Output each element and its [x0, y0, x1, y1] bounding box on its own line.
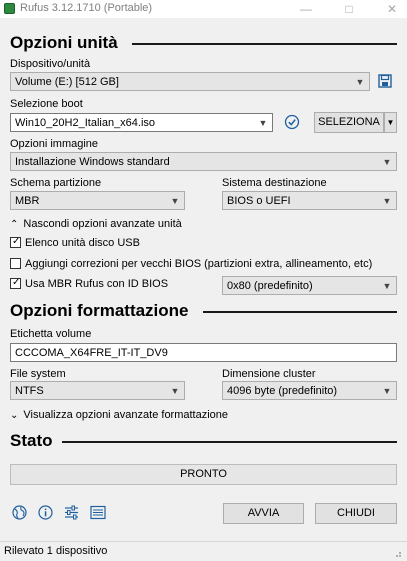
device-value: Volume (E:) [512 GB]: [15, 76, 119, 88]
globe-icon[interactable]: [12, 505, 27, 520]
maximize-button[interactable]: □: [335, 0, 363, 18]
device-label: Dispositivo/unità: [10, 58, 91, 70]
rufus-app-icon: [4, 3, 15, 14]
volume-label-input[interactable]: CCCOMA_X64FRE_IT-IT_DV9: [10, 343, 397, 362]
select-image-button[interactable]: SELEZIONA: [314, 112, 384, 133]
resize-grip-icon[interactable]: [392, 548, 402, 558]
status-bar-text: Rilevato 1 dispositivo: [4, 545, 108, 557]
chevron-down-icon: ▼: [386, 118, 395, 127]
cluster-size-value: 4096 byte (predefinito): [227, 385, 338, 397]
title-bar: Rufus 3.12.1710 (Portable) — □ ✕: [0, 0, 407, 18]
filesystem-label: File system: [10, 368, 66, 380]
target-system-value: BIOS o UEFI: [227, 195, 291, 207]
drive-options-heading: Opzioni unità: [10, 33, 118, 52]
volume-label-value: CCCOMA_X64FRE_IT-IT_DV9: [15, 347, 168, 359]
section-divider: [203, 311, 397, 313]
chevron-down-icon: ▼: [355, 77, 365, 87]
list-usb-checkbox[interactable]: ✓: [10, 236, 21, 248]
partition-scheme-select[interactable]: MBR ▼: [10, 191, 185, 210]
close-window-button[interactable]: ✕: [378, 0, 406, 18]
close-button[interactable]: CHIUDI: [315, 503, 397, 524]
image-option-value: Installazione Windows standard: [15, 156, 170, 168]
chevron-down-icon: ▼: [170, 196, 180, 206]
check-circle-icon[interactable]: [284, 114, 300, 130]
chevron-down-icon: ▼: [382, 196, 392, 206]
start-button[interactable]: AVVIA: [223, 503, 304, 524]
target-system-select[interactable]: BIOS o UEFI ▼: [222, 191, 397, 210]
list-usb-option[interactable]: ✓ Elenco unità disco USB: [10, 236, 140, 250]
check-icon: ✓: [12, 236, 21, 247]
check-icon: ✓: [12, 277, 21, 288]
image-option-select[interactable]: Installazione Windows standard ▼: [10, 152, 397, 171]
select-image-dropdown[interactable]: ▼: [384, 112, 397, 133]
status-heading: Stato: [10, 431, 53, 450]
rufus-mbr-option[interactable]: ✓ Usa MBR Rufus con ID BIOS: [10, 277, 169, 291]
old-bios-fixes-checkbox[interactable]: [10, 258, 21, 269]
filesystem-select[interactable]: NTFS ▼: [10, 381, 185, 400]
chevron-down-icon: ⌄: [10, 410, 19, 421]
chevron-up-icon: ⌃: [10, 219, 19, 230]
target-system-label: Sistema destinazione: [222, 177, 327, 189]
hide-advanced-drive-label: Nascondi opzioni avanzate unità: [23, 218, 182, 230]
filesystem-value: NTFS: [15, 385, 44, 397]
progress-bar: PRONTO: [10, 464, 397, 485]
bios-id-select[interactable]: 0x80 (predefinito) ▼: [222, 276, 397, 295]
chevron-down-icon: ▼: [170, 386, 180, 396]
boot-selection-select[interactable]: Win10_20H2_Italian_x64.iso ▼: [10, 113, 273, 132]
boot-selection-label: Selezione boot: [10, 98, 83, 110]
info-icon[interactable]: [38, 505, 53, 520]
log-icon[interactable]: [90, 505, 106, 520]
cluster-size-label: Dimensione cluster: [222, 368, 316, 380]
volume-label-caption: Etichetta volume: [10, 328, 92, 340]
partition-scheme-label: Schema partizione: [10, 177, 102, 189]
partition-scheme-value: MBR: [15, 195, 40, 207]
minimize-button[interactable]: —: [292, 0, 320, 18]
rufus-mbr-label: Usa MBR Rufus con ID BIOS: [25, 278, 169, 290]
progress-status-text: PRONTO: [180, 468, 227, 480]
chevron-down-icon: ▼: [382, 157, 392, 167]
device-select[interactable]: Volume (E:) [512 GB] ▼: [10, 72, 370, 91]
sliders-icon[interactable]: [64, 505, 79, 520]
status-bar: Rilevato 1 dispositivo: [0, 541, 407, 560]
chevron-down-icon: ▼: [382, 281, 392, 291]
cluster-size-select[interactable]: 4096 byte (predefinito) ▼: [222, 381, 397, 400]
boot-selection-value: Win10_20H2_Italian_x64.iso: [15, 117, 156, 129]
chevron-down-icon: ▼: [258, 118, 268, 128]
image-option-label: Opzioni immagine: [10, 138, 99, 150]
window-title: Rufus 3.12.1710 (Portable): [20, 2, 153, 14]
section-divider: [132, 43, 397, 45]
old-bios-fixes-label: Aggiungi correzioni per vecchi BIOS (par…: [25, 258, 373, 270]
save-icon[interactable]: [378, 74, 392, 88]
show-advanced-format-label: Visualizza opzioni avanzate formattazion…: [23, 409, 229, 421]
rufus-mbr-checkbox[interactable]: ✓: [10, 277, 21, 289]
show-advanced-format-toggle[interactable]: ⌄ Visualizza opzioni avanzate formattazio…: [10, 409, 228, 423]
list-usb-label: Elenco unità disco USB: [25, 237, 140, 249]
hide-advanced-drive-toggle[interactable]: ⌃ Nascondi opzioni avanzate unità: [10, 218, 182, 232]
chevron-down-icon: ▼: [382, 386, 392, 396]
format-options-heading: Opzioni formattazione: [10, 301, 189, 320]
section-divider: [62, 441, 397, 443]
old-bios-fixes-option[interactable]: Aggiungi correzioni per vecchi BIOS (par…: [10, 258, 372, 271]
bios-id-value: 0x80 (predefinito): [227, 280, 313, 292]
